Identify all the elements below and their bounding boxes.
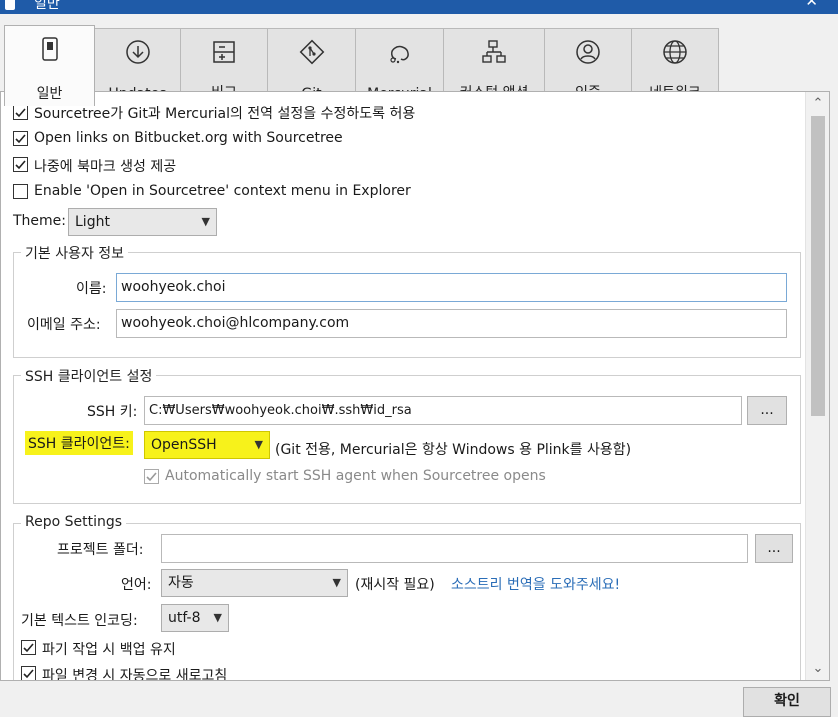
allow-global-config-label: Sourcetree가 Git과 Mercurial의 전역 설정을 수정하도록… [34,106,416,122]
project-folder-input[interactable] [161,534,748,563]
chevron-down-icon: ▼ [213,611,222,624]
theme-value: Light [75,214,110,230]
theme-label: Theme: [13,213,67,229]
settings-panel: Sourcetree가 Git과 Mercurial의 전역 설정을 수정하도록… [0,91,830,681]
window-title: 일반 [34,0,60,12]
encoding-label: 기본 텍스트 인코딩: [21,613,138,629]
scroll-up-icon[interactable]: ⌃ [806,96,829,111]
settings-tabs: 일반 Updates 비교 Git Mercurial 커스텀 액션 인증 네트… [0,14,838,106]
encoding-select[interactable]: utf-8 ▼ [161,604,229,632]
checkmark-icon [15,160,26,170]
auto-ssh-agent-checkbox[interactable] [144,469,159,484]
checkmark-icon [15,108,26,118]
theme-select[interactable]: Light ▼ [68,208,217,236]
checkmark-icon [146,472,157,482]
encoding-value: utf-8 [168,610,201,626]
project-folder-label: 프로젝트 폴더: [57,542,144,558]
language-label: 언어: [121,577,152,593]
download-circle-icon [125,40,150,64]
close-icon[interactable]: ✕ [805,0,818,10]
chevron-down-icon: ▼ [332,576,341,589]
flow-icon [482,40,506,63]
email-value: woohyeok.choi@hlcompany.com [121,315,350,331]
chevron-down-icon: ▼ [201,215,210,228]
name-value: woohyeok.choi [121,279,226,295]
app-icon [5,0,15,10]
chevron-down-icon: ▼ [254,438,263,451]
open-bitbucket-links-label: Open links on Bitbucket.org with Sourcet… [34,130,343,146]
checkmark-icon [15,134,26,144]
mercurial-icon [389,45,409,64]
ssh-client-value: OpenSSH [151,437,217,453]
scrollbar-thumb[interactable] [811,116,825,416]
tab-label: 일반 [36,86,63,102]
bookmark-later-checkbox[interactable] [13,157,28,172]
user-info-legend: 기본 사용자 정보 [21,243,129,263]
open-bitbucket-links-checkbox[interactable] [13,131,28,146]
language-value: 자동 [168,575,194,591]
title-bar: 일반 ✕ [0,0,838,14]
ok-button[interactable]: 확인 [743,687,831,717]
ssh-client-note: (Git 전용, Mercurial은 항상 Windows 용 Plink를 … [275,442,632,458]
name-input[interactable]: woohyeok.choi [116,273,787,302]
allow-global-config-checkbox[interactable] [13,105,28,120]
bookmark-later-label: 나중에 북마크 생성 제공 [34,159,177,175]
repo-settings-legend: Repo Settings [21,514,127,530]
auto-refresh-checkbox[interactable] [21,666,36,680]
ssh-key-input[interactable]: C:₩Users₩woohyeok.choi₩.ssh₩id_rsa [144,396,742,425]
tab-general[interactable]: 일반 [4,25,95,106]
user-icon [576,40,600,64]
auto-ssh-agent-label: Automatically start SSH agent when Sourc… [165,468,546,484]
explorer-context-menu-checkbox[interactable] [13,184,28,199]
name-label: 이름: [76,281,107,297]
user-info-group [13,252,801,358]
translate-help-link[interactable]: 소스트리 번역을 도와주세요! [451,574,620,594]
backup-on-discard-checkbox[interactable] [21,640,36,655]
ssh-client-label: SSH 클라이언트: [25,431,133,455]
backup-on-discard-label: 파기 작업 시 백업 유지 [42,642,176,658]
ssh-legend: SSH 클라이언트 설정 [21,366,157,386]
checkmark-icon [23,669,34,679]
language-select[interactable]: 자동 ▼ [161,569,348,597]
email-input[interactable]: woohyeok.choi@hlcompany.com [116,309,787,338]
vertical-scrollbar[interactable]: ⌃ ⌄ [805,92,829,680]
git-icon [299,39,324,65]
explorer-context-menu-label: Enable 'Open in Sourcetree' context menu… [34,183,411,199]
email-label: 이메일 주소: [27,317,101,333]
ssh-client-select[interactable]: OpenSSH ▼ [144,431,270,459]
scroll-down-icon[interactable]: ⌄ [806,661,829,676]
ssh-key-label: SSH 키: [87,404,138,420]
switch-icon [41,37,58,61]
checkmark-icon [23,643,34,653]
restart-required-note: (재시작 필요) [355,577,435,593]
globe-icon [663,40,687,64]
ssh-key-value: C:₩Users₩woohyeok.choi₩.ssh₩id_rsa [149,403,412,418]
project-folder-browse-button[interactable]: ... [755,534,793,563]
compare-icon [213,41,235,63]
auto-refresh-label: 파일 변경 시 자동으로 새로고침 [42,668,228,681]
ssh-key-browse-button[interactable]: ... [747,396,787,425]
